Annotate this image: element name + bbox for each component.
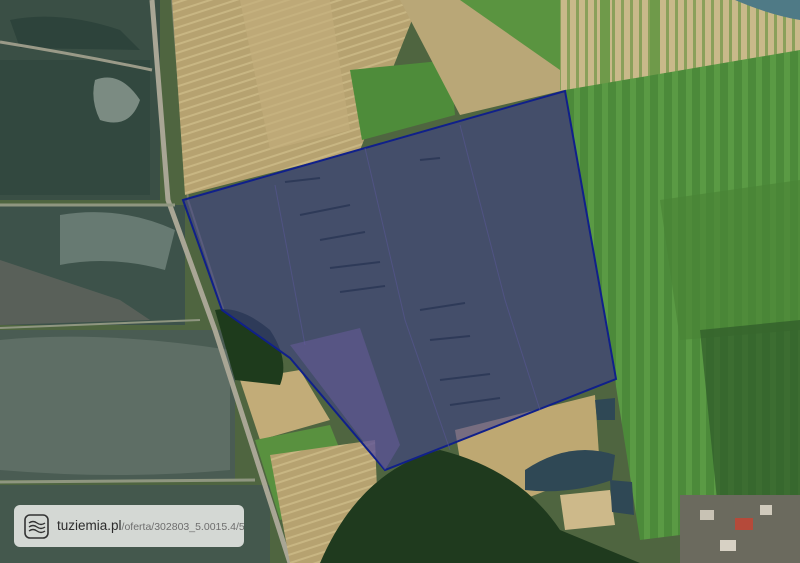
tuziemia-logo-icon — [24, 513, 49, 539]
watermark-brand: tuziemia.pl — [57, 518, 122, 533]
map-canvas — [0, 0, 800, 563]
watermark-offer-path: /oferta/302803_5.0015.4/5 — [121, 521, 244, 533]
watermark-text: tuziemia.pl/oferta/302803_5.0015.4/5 — [57, 518, 244, 534]
satellite-map[interactable] — [0, 0, 800, 563]
watermark-badge[interactable]: tuziemia.pl/oferta/302803_5.0015.4/5 — [14, 505, 244, 547]
